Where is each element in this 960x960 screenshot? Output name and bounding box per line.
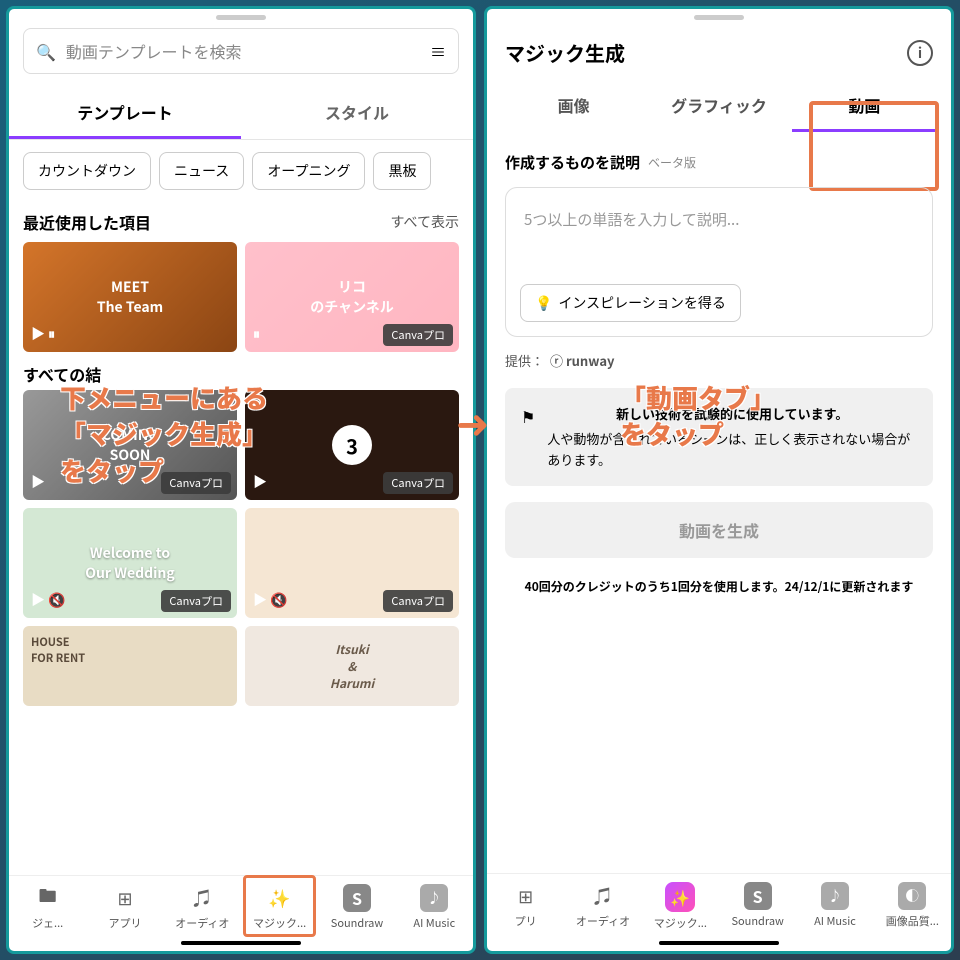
page-title: マジック生成	[505, 38, 625, 67]
section-header-all: すべての結	[9, 362, 473, 390]
prompt-input[interactable]: 5つ以上の単語を入力して説明... 💡 インスピレーションを得る	[505, 187, 933, 337]
home-indicator	[181, 941, 301, 945]
pro-badge: Canvaプロ	[161, 472, 231, 494]
pro-badge: Canvaプロ	[383, 472, 453, 494]
template-card[interactable]: COMING SOON ▶ Canvaプロ	[23, 390, 237, 500]
music-icon: ♫	[589, 882, 617, 910]
template-card[interactable]: MEET The Team ▶ ⏸	[23, 242, 237, 352]
tab-video[interactable]: 動画	[792, 81, 937, 132]
search-bar[interactable]: 🔍 動画テンプレートを検索 ≡	[23, 28, 459, 74]
pro-badge: Canvaプロ	[383, 324, 453, 346]
bulb-icon: 💡	[535, 293, 552, 313]
template-card[interactable]: ▶ 🔇 Canvaプロ	[245, 508, 459, 618]
play-icon: ▶ ⏸	[31, 324, 55, 344]
recent-grid: MEET The Team ▶ ⏸ リコ のチャンネル ⏸ Canvaプロ	[9, 242, 473, 362]
pro-badge: Canvaプロ	[383, 590, 453, 612]
provider-row: 提供： ⓡ runway	[487, 337, 951, 384]
magic-icon: ✨	[665, 882, 695, 912]
arrow-icon: ➜	[456, 392, 490, 450]
bottom-nav: 🖿ジェ... ⊞アプリ ♫オーディオ ✨マジック... SSoundraw ♪A…	[9, 875, 473, 937]
chip[interactable]: オープニング	[252, 152, 365, 190]
nav-apps[interactable]: ⊞プリ	[487, 878, 564, 935]
header: マジック生成 i	[487, 28, 951, 81]
pro-badge: Canvaプロ	[161, 590, 231, 612]
home-indicator	[659, 941, 779, 945]
tab-image[interactable]: 画像	[501, 81, 646, 132]
warn-body: 人や動物が含まれているシーンは、正しく表示されない場合があります。	[547, 429, 917, 471]
nav-audio[interactable]: ♫オーディオ	[564, 878, 641, 935]
play-icon: ▶ 🔇	[253, 590, 288, 610]
apps-icon: ⊞	[111, 884, 139, 912]
warning-box: ⚑ 新しい技術を試験的に使用しています。 人や動物が含まれているシーンは、正しく…	[505, 388, 933, 486]
template-card[interactable]: HOUSE FOR RENT	[23, 626, 237, 706]
countdown-number: 3	[332, 425, 372, 465]
section-header-recent: 最近使用した項目 すべて表示	[9, 202, 473, 242]
chip-row: カウントダウン ニュース オープニング 黒板	[9, 140, 473, 202]
notch	[216, 15, 266, 20]
chip[interactable]: カウントダウン	[23, 152, 151, 190]
prompt-placeholder: 5つ以上の単語を入力して説明...	[524, 209, 739, 230]
pause-icon: ⏸	[253, 324, 260, 344]
nav-quality[interactable]: ◐画像品質...	[874, 878, 951, 935]
nav-soundraw[interactable]: SSoundraw	[719, 878, 796, 935]
search-icon: 🔍	[36, 39, 56, 63]
play-icon: ▶	[253, 472, 267, 492]
nav-generate[interactable]: 🖿ジェ...	[9, 880, 86, 935]
card-title: リコ のチャンネル	[310, 277, 394, 317]
apps-icon: ⊞	[512, 882, 540, 910]
generate-button[interactable]: 動画を生成	[505, 502, 933, 558]
bottom-nav: ⊞プリ ♫オーディオ ✨マジック... SSoundraw ♪AI Music …	[487, 873, 951, 937]
card-title: Itsuki & Harumi	[330, 641, 374, 692]
credit-text: 40回分のクレジットのうち1回分を使用します。24/12/1に更新されます	[487, 570, 951, 603]
nav-magic[interactable]: ✨マジック...	[241, 880, 318, 935]
card-title: Welcome to Our Wedding	[85, 543, 175, 583]
aimusic-icon: ♪	[821, 882, 849, 910]
left-phone: 🔍 動画テンプレートを検索 ≡ テンプレート スタイル カウントダウン ニュース…	[6, 6, 476, 954]
warn-title: 新しい技術を試験的に使用しています。	[547, 404, 917, 425]
soundraw-icon: S	[343, 884, 371, 912]
card-title: HOUSE FOR RENT	[31, 634, 85, 666]
right-phone: マジック生成 i 画像 グラフィック 動画 作成するものを説明 ベータ版 5つ以…	[484, 6, 954, 954]
nav-soundraw[interactable]: SSoundraw	[318, 880, 395, 935]
soundraw-icon: S	[744, 882, 772, 910]
beta-badge: ベータ版	[648, 154, 696, 171]
provider-name: ⓡ runway	[550, 351, 614, 370]
template-card[interactable]: Itsuki & Harumi	[245, 626, 459, 706]
card-title: MEET The Team	[97, 277, 163, 317]
nav-aimusic[interactable]: ♪AI Music	[396, 880, 473, 935]
magic-icon: ✨	[266, 884, 294, 912]
template-card[interactable]: 3 ▶ Canvaプロ	[245, 390, 459, 500]
recent-label: 最近使用した項目	[23, 210, 151, 234]
tab-graphic[interactable]: グラフィック	[646, 81, 791, 132]
quality-icon: ◐	[898, 882, 926, 910]
describe-label: 作成するものを説明 ベータ版	[487, 132, 951, 183]
nav-aimusic[interactable]: ♪AI Music	[796, 878, 873, 935]
tab-template[interactable]: テンプレート	[9, 88, 241, 139]
music-icon: ♫	[188, 884, 216, 912]
filter-icon[interactable]: ≡	[430, 39, 446, 63]
nav-apps[interactable]: ⊞アプリ	[86, 880, 163, 935]
nav-audio[interactable]: ♫オーディオ	[164, 880, 241, 935]
notch	[694, 15, 744, 20]
folder-icon: 🖿	[34, 884, 62, 912]
template-tabs: テンプレート スタイル	[9, 88, 473, 140]
card-title: COMING SOON	[102, 425, 159, 465]
gen-tabs: 画像 グラフィック 動画	[501, 81, 937, 132]
chip[interactable]: 黒板	[373, 152, 431, 190]
all-grid: COMING SOON ▶ Canvaプロ 3 ▶ Canvaプロ Welcom…	[9, 390, 473, 716]
tab-style[interactable]: スタイル	[241, 88, 473, 139]
template-card[interactable]: リコ のチャンネル ⏸ Canvaプロ	[245, 242, 459, 352]
search-placeholder: 動画テンプレートを検索	[66, 39, 420, 63]
chip[interactable]: ニュース	[159, 152, 244, 190]
template-card[interactable]: Welcome to Our Wedding ▶ 🔇 Canvaプロ	[23, 508, 237, 618]
info-icon[interactable]: i	[907, 40, 933, 66]
play-icon: ▶ 🔇	[31, 590, 66, 610]
show-all-link[interactable]: すべて表示	[391, 212, 459, 232]
play-icon: ▶	[31, 472, 45, 492]
flag-icon: ⚑	[521, 404, 535, 470]
nav-magic[interactable]: ✨マジック...	[642, 878, 719, 935]
aimusic-icon: ♪	[420, 884, 448, 912]
inspiration-button[interactable]: 💡 インスピレーションを得る	[520, 284, 741, 322]
